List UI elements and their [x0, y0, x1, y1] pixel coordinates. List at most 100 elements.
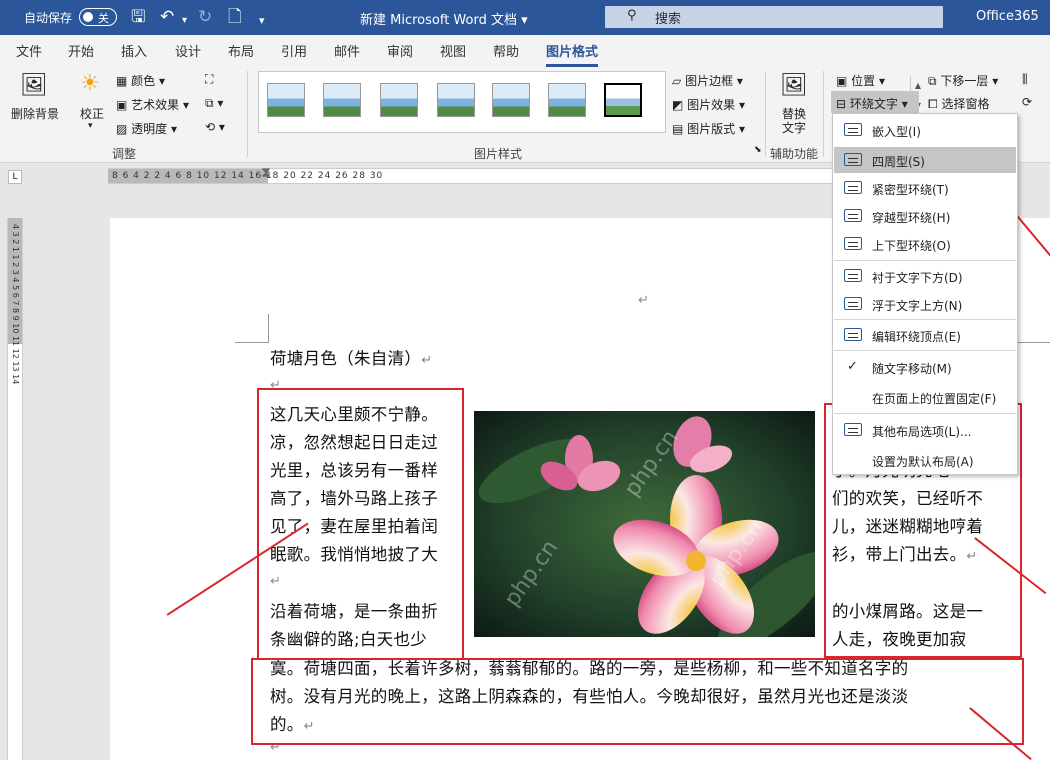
picture-style-thumb[interactable] [437, 83, 475, 117]
toggle-state: 关 [98, 12, 109, 25]
save-icon[interactable]: 🖫 [131, 6, 145, 28]
customize-qat-icon[interactable]: ▾ [259, 10, 265, 32]
selection-pane-button[interactable]: ⧠ 选择窗格 [928, 95, 989, 112]
picture-styles-group-label: 图片样式 [474, 147, 523, 161]
picture-effects-button[interactable]: ◩ 图片效果 ▾ [672, 96, 745, 113]
title-bar: 自动保存 关 🖫 ↶ ▾ ↻ 🗋 ▾ 新建 Microsoft Word 文档 … [0, 0, 1050, 35]
group-divider [247, 71, 248, 157]
corrections-dropdown-icon[interactable]: ▾ [88, 121, 93, 131]
menu-item-tight[interactable]: 紧密型环绕(T) [834, 175, 1016, 201]
margin-corner-mark [268, 314, 269, 342]
wrap-behind-icon [844, 269, 862, 282]
tab-references[interactable]: 引用 [281, 41, 307, 60]
color-button[interactable]: ▦ 颜色 ▾ [116, 72, 165, 89]
tab-layout[interactable]: 布局 [228, 41, 254, 60]
search-box[interactable]: ⚲ 搜索 [605, 6, 943, 28]
menu-item-fix-position[interactable]: 在页面上的位置固定(F) [834, 384, 1016, 410]
new-doc-icon[interactable]: 🗋 [228, 6, 242, 28]
picture-style-thumb[interactable] [604, 83, 642, 117]
menu-item-more-layout-options[interactable]: 其他布局选项(L)... [834, 417, 1016, 443]
menu-item-top-bottom[interactable]: 上下型环绕(O) [834, 231, 1016, 257]
artistic-effects-button[interactable]: ▣ 艺术效果 ▾ [116, 96, 189, 113]
reset-picture-icon[interactable]: ⟲ ▾ [205, 120, 225, 134]
send-backward-button[interactable]: ⧉ 下移一层 ▾ [928, 72, 998, 89]
menu-item-in-front-of-text[interactable]: 浮于文字上方(N) [834, 291, 1016, 317]
corrections-button[interactable]: 校正 [80, 105, 104, 122]
compress-pictures-icon[interactable]: ⛶ [205, 72, 213, 87]
search-icon: ⚲ [627, 8, 637, 23]
document-title: 新建 Microsoft Word 文档 ▾ [360, 13, 528, 28]
tab-review[interactable]: 审阅 [387, 41, 413, 60]
align-icon[interactable]: ⫼ [1022, 72, 1028, 87]
tab-file[interactable]: 文件 [16, 41, 42, 60]
transparency-button[interactable]: ▨ 透明度 ▾ [116, 120, 177, 137]
menu-item-square[interactable]: 四周型(S) [834, 147, 1016, 173]
undo-icon[interactable]: ↶ [160, 6, 174, 28]
send-backward-icon: ⧉ [928, 74, 937, 88]
picture-layout-label: 图片版式 [687, 122, 736, 136]
adjust-group-label: 调整 [112, 147, 137, 161]
picture-effects-icon: ◩ [672, 98, 684, 112]
menu-item-label: 随文字移动(M) [872, 362, 952, 376]
picture-border-button[interactable]: ▱ 图片边框 ▾ [672, 72, 743, 89]
picture-style-thumb[interactable] [548, 83, 586, 117]
account-name[interactable]: Office365 [976, 9, 1039, 24]
tab-home[interactable]: 开始 [68, 41, 94, 60]
redo-icon[interactable]: ↻ [198, 6, 212, 28]
picture-style-thumb[interactable] [323, 83, 361, 117]
paragraph-mark: ↵ [638, 293, 649, 308]
remove-background-button[interactable]: 删除背景 [11, 105, 59, 122]
menu-item-set-default-layout[interactable]: 设置为默认布局(A) [834, 447, 1016, 473]
annotation-box-left [257, 388, 464, 660]
undo-dropdown-icon[interactable]: ▾ [182, 10, 187, 32]
menu-item-label: 穿越型环绕(H) [872, 211, 951, 225]
menu-item-inline[interactable]: 嵌入型(I) [834, 117, 1016, 143]
tab-view[interactable]: 视图 [440, 41, 466, 60]
alt-text-button-line2[interactable]: 文字 [782, 119, 806, 136]
menu-item-label: 紧密型环绕(T) [872, 183, 949, 197]
tab-mailings[interactable]: 邮件 [334, 41, 360, 60]
tab-help[interactable]: 帮助 [493, 41, 519, 60]
picture-layout-icon: ▤ [672, 122, 684, 136]
selection-pane-icon: ⧠ [928, 97, 938, 111]
toggle-knob [83, 12, 93, 22]
picture-layout-button[interactable]: ▤ 图片版式 ▾ [672, 120, 745, 137]
document-title-line[interactable]: 荷塘月色（朱自清）↵ [270, 345, 432, 375]
autosave-toggle[interactable]: 关 [79, 8, 117, 26]
wrap-text-button[interactable]: ⊟ 环绕文字 ▾ [836, 95, 908, 112]
tab-picture-format[interactable]: 图片格式 [546, 41, 599, 67]
autosave-label: 自动保存 [24, 11, 73, 25]
search-placeholder: 搜索 [655, 12, 682, 27]
picture-style-thumb[interactable] [267, 83, 305, 117]
picture-border-label: 图片边框 [685, 74, 734, 88]
edit-wrap-points-icon [844, 328, 862, 341]
wrap-text-menu: 嵌入型(I) 四周型(S) 紧密型环绕(T) 穿越型环绕(H) 上下型环绕(O)… [832, 113, 1018, 475]
menu-item-move-with-text[interactable]: ✓ 随文字移动(M) [834, 354, 1016, 380]
indent-marker[interactable]: ⧗ [261, 165, 271, 181]
rotate-icon[interactable]: ⟳ [1022, 95, 1032, 109]
picture-style-thumb[interactable] [380, 83, 418, 117]
tab-insert[interactable]: 插入 [121, 41, 147, 60]
menu-item-edit-wrap-points[interactable]: 编辑环绕顶点(E) [834, 322, 1016, 348]
send-backward-label: 下移一层 [940, 74, 989, 88]
flower-photo[interactable]: php.cn php.cn php.cn [474, 411, 830, 650]
transparency-label: 透明度 [131, 122, 168, 136]
change-picture-icon[interactable]: ⧉ ▾ [205, 96, 223, 111]
wrap-through-icon [844, 209, 862, 222]
picture-style-thumb[interactable] [492, 83, 530, 117]
menu-item-through[interactable]: 穿越型环绕(H) [834, 203, 1016, 229]
menu-separator [834, 260, 1016, 261]
ruler-scale[interactable]: 8 6 4 2 2 4 6 8 10 12 14 16 18 20 22 24 … [108, 168, 838, 184]
tab-selector[interactable]: L [8, 170, 22, 184]
position-button[interactable]: ▣ 位置 ▾ [836, 72, 885, 89]
menu-item-label: 设置为默认布局(A) [872, 455, 974, 469]
menu-separator [834, 319, 1016, 320]
menu-item-label: 嵌入型(I) [872, 125, 921, 139]
dialog-launcher-icon[interactable]: ⬊ [754, 145, 762, 155]
menu-item-label: 编辑环绕顶点(E) [872, 330, 961, 344]
menu-item-label: 衬于文字下方(D) [872, 271, 963, 285]
paragraph-mark: ↵ [421, 353, 433, 368]
menu-item-behind-text[interactable]: 衬于文字下方(D) [834, 263, 1016, 289]
tab-design[interactable]: 设计 [175, 41, 201, 60]
menu-separator [834, 350, 1016, 351]
